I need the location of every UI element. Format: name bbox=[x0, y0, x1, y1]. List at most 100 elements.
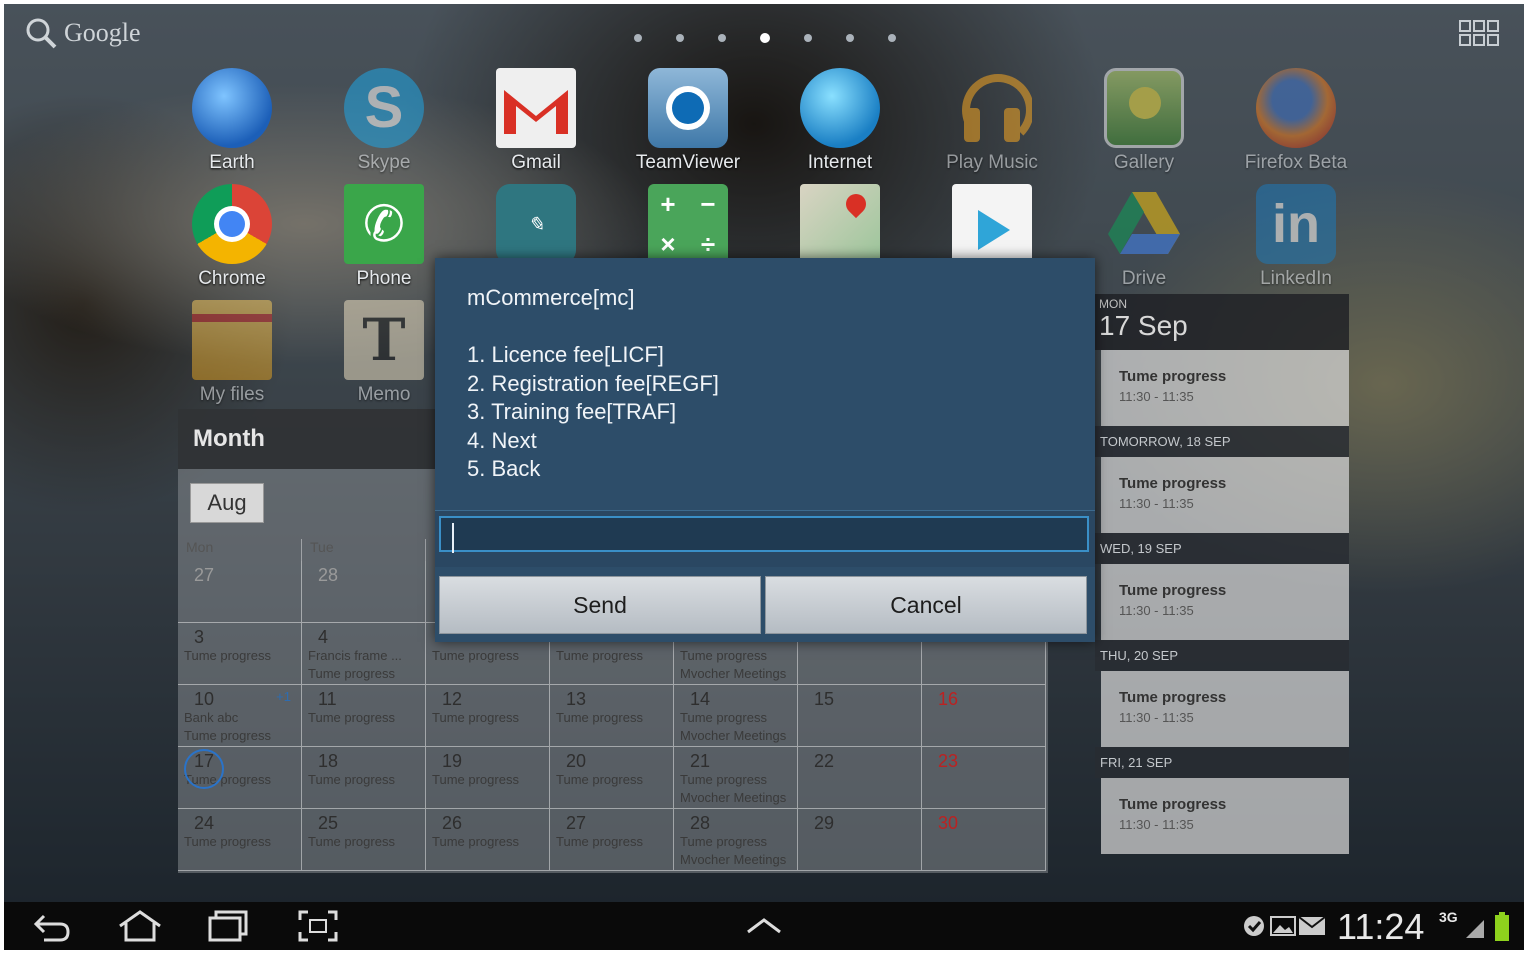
google-search-bar[interactable]: Google bbox=[24, 16, 141, 50]
agenda-day-header: WED, 19 SEP bbox=[1095, 533, 1349, 564]
calendar-day-cell[interactable]: 30 bbox=[922, 809, 1046, 871]
agenda-event-item[interactable]: Tume progress 11:30 - 11:35 bbox=[1101, 564, 1349, 640]
ussd-dialog: mCommerce[mc] 1. Licence fee[LICF] 2. Re… bbox=[435, 258, 1095, 642]
calculator-icon: + − × ÷ bbox=[648, 184, 728, 264]
app-firefox-beta[interactable]: Firefox Beta bbox=[1236, 68, 1356, 174]
calendar-day-cell[interactable]: 21 Tume progress Mvocher Meetings bbox=[674, 747, 798, 809]
send-button[interactable]: Send bbox=[439, 576, 761, 634]
chevron-up-icon[interactable] bbox=[744, 916, 784, 936]
recent-apps-icon[interactable] bbox=[206, 908, 250, 944]
app-internet[interactable]: Internet bbox=[780, 68, 900, 174]
app-my-files[interactable]: My files bbox=[172, 300, 292, 406]
calendar-day-number: 25 bbox=[318, 813, 339, 833]
calendar-day-cell[interactable]: 14 Tume progress Mvocher Meetings bbox=[674, 685, 798, 747]
calendar-event: Tume progress bbox=[556, 834, 643, 849]
calendar-day-cell[interactable]: 13 Tume progress bbox=[550, 685, 674, 747]
calendar-event: Francis frame ... bbox=[308, 648, 402, 663]
calendar-day-cell[interactable]: 28 Tume progress Mvocher Meetings bbox=[674, 809, 798, 871]
back-icon[interactable] bbox=[30, 908, 74, 944]
teamviewer-icon bbox=[648, 68, 728, 148]
calendar-day-cell[interactable]: 23 bbox=[922, 747, 1046, 809]
app-handwriting[interactable]: ✎ bbox=[476, 184, 596, 268]
maps-icon bbox=[800, 184, 880, 264]
status-clock: 11:24 bbox=[1337, 906, 1425, 947]
network-type: 3G bbox=[1439, 909, 1458, 925]
month-selector-button[interactable]: Aug bbox=[190, 483, 264, 523]
calendar-day-cell[interactable]: 17 Tume progress bbox=[178, 747, 302, 809]
calendar-day-cell[interactable]: 16 bbox=[922, 685, 1046, 747]
calendar-event: Bank abc bbox=[184, 710, 239, 725]
app-play-music[interactable]: Play Music bbox=[932, 68, 1052, 174]
gmail-icon bbox=[496, 68, 576, 148]
dialog-response-input[interactable] bbox=[439, 516, 1089, 552]
calendar-day-cell[interactable]: 26 Tume progress bbox=[426, 809, 550, 871]
app-maps[interactable] bbox=[780, 184, 900, 268]
calendar-day-cell[interactable]: 27 bbox=[178, 561, 302, 623]
today-indicator bbox=[184, 749, 224, 789]
drive-icon bbox=[1104, 184, 1184, 264]
calendar-event: Tume progress bbox=[308, 710, 395, 725]
agenda-event-title: Tume progress bbox=[1119, 368, 1227, 385]
calendar-event: Tume progress bbox=[184, 648, 271, 663]
agenda-event-item[interactable]: Tume progress 11:30 - 11:35 bbox=[1101, 671, 1349, 747]
app-drive[interactable]: Drive bbox=[1084, 184, 1204, 290]
calendar-event: Tume progress bbox=[432, 772, 519, 787]
calendar-day-cell[interactable]: 29 bbox=[798, 809, 922, 871]
home-icon[interactable] bbox=[116, 908, 164, 944]
calendar-day-number: 19 bbox=[442, 751, 463, 771]
signal-icon bbox=[1466, 920, 1484, 938]
calendar-day-cell[interactable]: 12 Tume progress bbox=[426, 685, 550, 747]
app-play-store[interactable] bbox=[932, 184, 1052, 268]
agenda-event-item[interactable]: Tume progress 11:30 - 11:35 bbox=[1101, 778, 1349, 854]
calendar-day-number: 18 bbox=[318, 751, 339, 771]
calendar-event: Mvocher Meetings bbox=[680, 790, 787, 805]
calendar-day-cell[interactable]: 28 bbox=[302, 561, 426, 623]
app-linkedin[interactable]: in LinkedIn bbox=[1236, 184, 1356, 290]
calendar-day-cell[interactable]: 18 Tume progress bbox=[302, 747, 426, 809]
calendar-day-cell[interactable]: 11 Tume progress bbox=[302, 685, 426, 747]
agenda-day-header: TOMORROW, 18 SEP bbox=[1095, 426, 1349, 457]
cancel-button[interactable]: Cancel bbox=[765, 576, 1087, 634]
calendar-day-cell[interactable]: 27 Tume progress bbox=[550, 809, 674, 871]
apps-grid-icon[interactable] bbox=[1459, 20, 1499, 46]
screenshot-icon[interactable] bbox=[296, 908, 340, 944]
calendar-day-cell[interactable]: 22 bbox=[798, 747, 922, 809]
calendar-day-number: 4 bbox=[318, 627, 329, 647]
calendar-day-cell[interactable]: 10 +1 Bank abc Tume progress bbox=[178, 685, 302, 747]
calendar-event: Tume progress bbox=[556, 710, 643, 725]
agenda-event-item[interactable]: Tume progress 11:30 - 11:35 bbox=[1101, 457, 1349, 533]
app-skype[interactable]: S Skype bbox=[324, 68, 444, 174]
chrome-icon bbox=[192, 184, 272, 264]
app-phone[interactable]: ✆ Phone bbox=[324, 184, 444, 290]
app-teamviewer[interactable]: TeamViewer bbox=[628, 68, 748, 174]
calendar-day-cell[interactable]: 4 Francis frame ... Tume progress bbox=[302, 623, 426, 685]
calendar-day-cell[interactable]: 3 Tume progress bbox=[178, 623, 302, 685]
email-notification-icon[interactable] bbox=[1298, 916, 1328, 936]
app-gallery[interactable]: Gallery bbox=[1084, 68, 1204, 174]
calendar-day-cell[interactable]: 19 Tume progress bbox=[426, 747, 550, 809]
app-memo[interactable]: T Memo bbox=[324, 300, 444, 406]
notification-check-icon[interactable] bbox=[1242, 914, 1268, 938]
calendar-day-number: 24 bbox=[194, 813, 215, 833]
app-gmail[interactable]: Gmail bbox=[476, 68, 596, 174]
calendar-event: Mvocher Meetings bbox=[680, 666, 787, 681]
calendar-day-cell[interactable]: 15 bbox=[798, 685, 922, 747]
agenda-event-item[interactable]: Tume progress 11:30 - 11:35 bbox=[1101, 350, 1349, 426]
calendar-day-number: 13 bbox=[566, 689, 587, 709]
calendar-day-cell[interactable]: 24 Tume progress bbox=[178, 809, 302, 871]
handwriting-icon: ✎ bbox=[496, 184, 576, 264]
agenda-day-header: FRI, 21 SEP bbox=[1095, 747, 1349, 778]
globe-icon bbox=[800, 68, 880, 148]
more-events-badge: +1 bbox=[276, 689, 291, 704]
app-earth[interactable]: Earth bbox=[172, 68, 292, 174]
home-screen: Google Earth S Skype Gmail TeamViewer In… bbox=[4, 4, 1524, 950]
calendar-day-cell[interactable]: 20 Tume progress bbox=[550, 747, 674, 809]
app-chrome[interactable]: Chrome bbox=[172, 184, 292, 290]
image-notification-icon[interactable] bbox=[1270, 916, 1296, 936]
calendar-day-number: 21 bbox=[690, 751, 711, 771]
calendar-day-number: 15 bbox=[814, 689, 835, 709]
app-calculator[interactable]: + − × ÷ bbox=[628, 184, 748, 268]
agenda-widget[interactable]: MON 17 Sep Tume progress 11:30 - 11:35 TOM… bbox=[1095, 294, 1349, 870]
calendar-day-cell[interactable]: 25 Tume progress bbox=[302, 809, 426, 871]
calendar-event: Tume progress bbox=[680, 834, 767, 849]
